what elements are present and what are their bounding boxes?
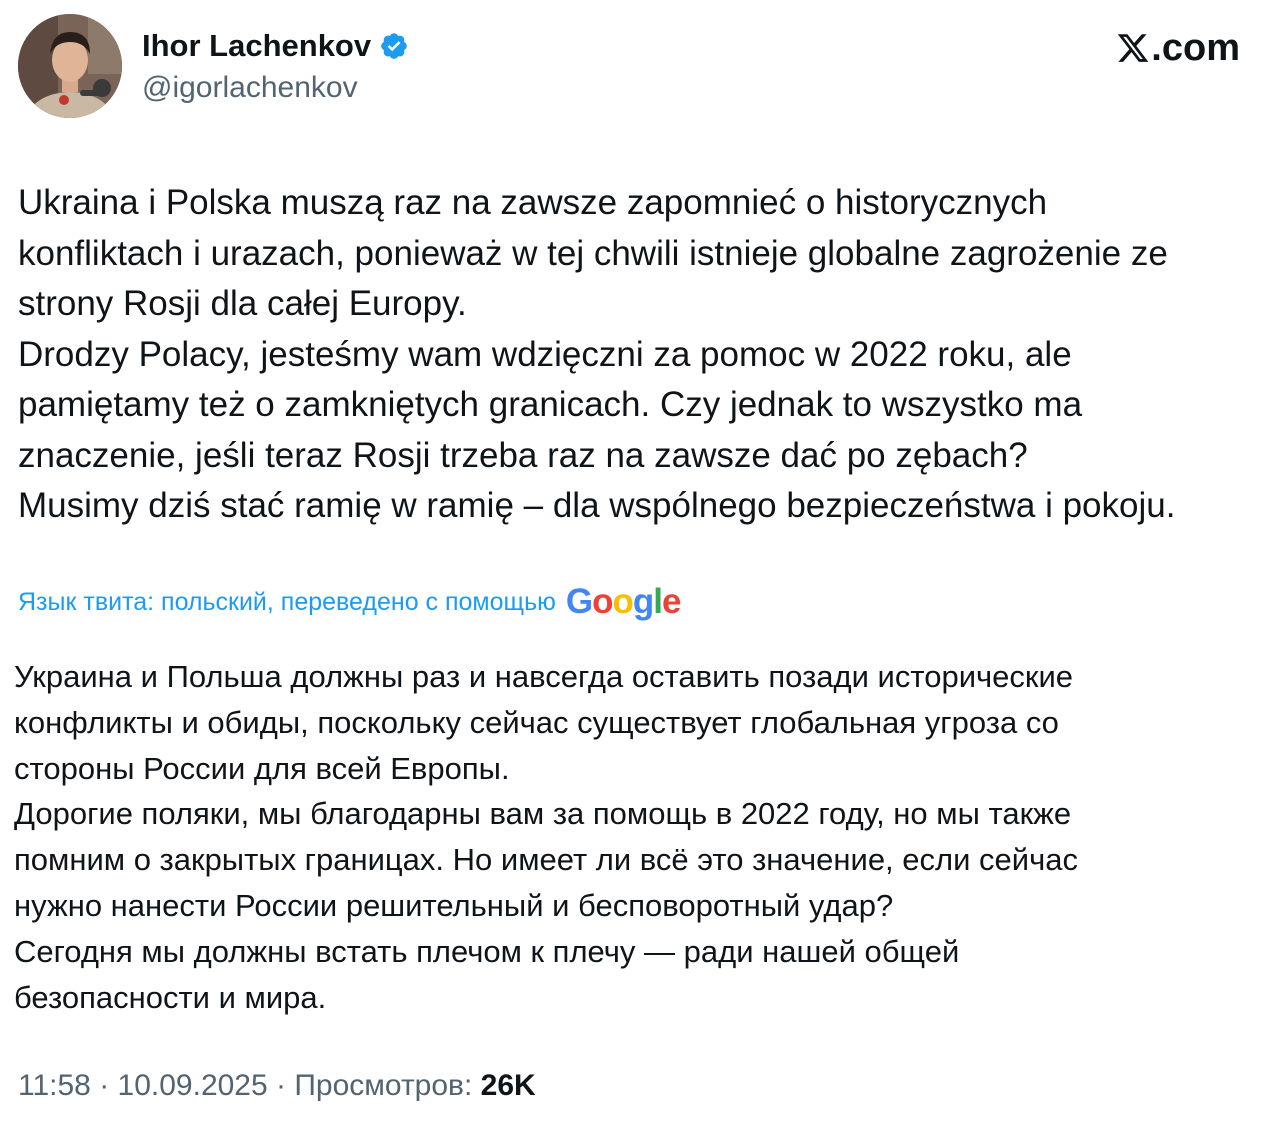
- tweet-text-line: konfliktach i urazach, ponieważ w tej ch…: [18, 233, 1168, 273]
- translated-text-line: Сегодня мы должны встать плечом к плечу …: [14, 933, 960, 969]
- translation-label[interactable]: Язык твита: польский, переведено с помощ…: [18, 584, 556, 620]
- meta-separator: ·: [90, 1069, 118, 1102]
- meta-separator: ·: [267, 1069, 295, 1102]
- translated-text-line: стороны России для всей Европы.: [14, 750, 510, 786]
- tweet-date[interactable]: 10.09.2025: [118, 1069, 268, 1102]
- tweet-time[interactable]: 11:58: [18, 1069, 91, 1102]
- tweet-text-line: pamiętamy też o zamkniętych granicach. C…: [18, 385, 1083, 424]
- translated-text-line: помним о закрытых границах. Но имеет ли …: [14, 842, 1078, 878]
- translated-text-line: безопасности и мира.: [14, 979, 327, 1015]
- translated-text-line: Украина и Польша должны раз и навсегда о…: [14, 659, 1074, 694]
- tweet-text-line: strony Rosji dla całej Europy.: [18, 284, 467, 323]
- tweet-text-line: Drodzy Polacy, jesteśmy wam wdzięczni za…: [18, 334, 1072, 374]
- translated-text-line: Дорогие поляки, мы благодарны вам за пом…: [14, 796, 1072, 832]
- avatar[interactable]: [18, 14, 122, 118]
- google-logo: Google: [565, 582, 682, 621]
- x-com-brand: .com: [1116, 26, 1240, 70]
- author-handle[interactable]: @igorlachenkov: [142, 70, 358, 106]
- tweet-text-line: znaczenie, jeśli teraz Rosji trzeba raz …: [18, 435, 1028, 475]
- x-logo-icon: [1118, 34, 1149, 62]
- tweet-text-line: Musimy dziś stać ramię w ramię – dla wsp…: [18, 486, 1176, 525]
- tweet-text: Ukraina i Polska muszą raz na zawsze zap…: [18, 178, 1268, 532]
- translated-text: Украина и Польша должны раз и навсегда о…: [14, 654, 1264, 1020]
- google-letter-g: G: [565, 582, 593, 621]
- translation-attribution[interactable]: Язык твита: польский, переведено с помощ…: [18, 582, 682, 621]
- tweet-text-line: Ukraina i Polska muszą raz na zawsze zap…: [18, 183, 1048, 222]
- google-letter-o2: o: [612, 582, 634, 621]
- views-label: Просмотров:: [294, 1069, 473, 1102]
- verified-badge-icon[interactable]: [379, 31, 409, 61]
- google-letter-l: l: [653, 582, 663, 621]
- views-count: 26K: [480, 1069, 536, 1102]
- tweet-meta: 11:58 · 10.09.2025 · Просмотров: 26K: [18, 1066, 536, 1106]
- google-letter-e: e: [662, 582, 681, 621]
- google-letter-g2: g: [632, 582, 654, 621]
- x-com-label: .com: [1151, 27, 1240, 69]
- google-letter-o1: o: [592, 582, 613, 621]
- author-name-text[interactable]: Ihor Lachenkov: [142, 26, 371, 66]
- translated-text-line: нужно нанести России решительный и беспо…: [14, 887, 894, 923]
- author-display-name[interactable]: Ihor Lachenkov: [142, 26, 409, 66]
- translated-text-line: конфликты и обиды, поскольку сейчас суще…: [14, 704, 1059, 740]
